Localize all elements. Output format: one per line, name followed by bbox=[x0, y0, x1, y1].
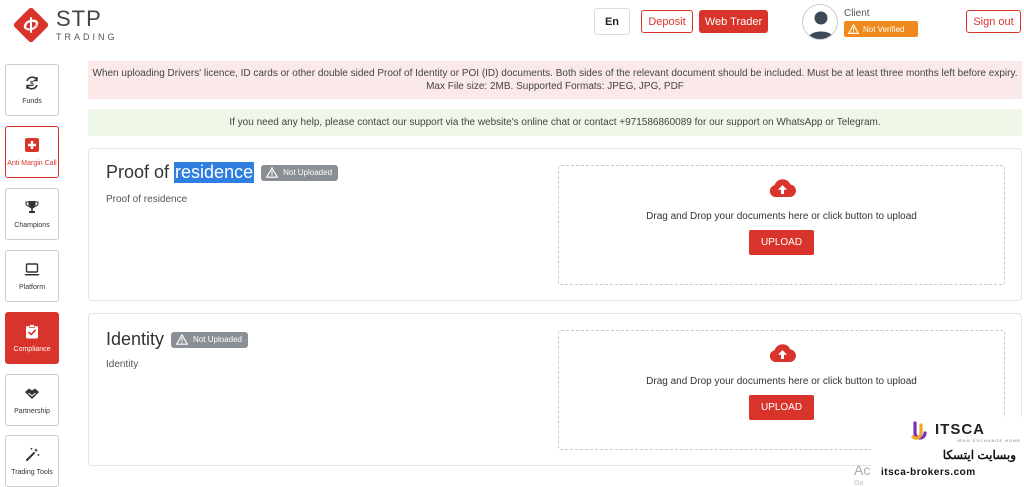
sidebar-item-label: Anti Margin Call bbox=[7, 160, 57, 167]
sidebar-item-label: Compliance bbox=[13, 346, 51, 353]
app-root: STP TRADING En Deposit Web Trader Client… bbox=[0, 0, 1024, 487]
status-badge-text: Not Uploaded bbox=[193, 335, 242, 344]
sidebar-item-label: Funds bbox=[22, 98, 42, 105]
sidebar-item-platform[interactable]: Platform bbox=[5, 250, 59, 302]
sidebar-item-compliance[interactable]: Compliance bbox=[5, 312, 59, 364]
watermark-logo-icon bbox=[911, 421, 927, 440]
watermark-url: itsca-brokers.com bbox=[881, 467, 976, 478]
drop-zone-text: Drag and Drop your documents here or cli… bbox=[646, 376, 917, 387]
cloud-upload-icon bbox=[768, 342, 797, 368]
card-subtitle: Proof of residence bbox=[106, 194, 188, 205]
avatar[interactable] bbox=[802, 4, 838, 40]
svg-text:$: $ bbox=[30, 81, 34, 88]
upload-button[interactable]: UPLOAD bbox=[749, 395, 814, 420]
magic-wand-icon bbox=[25, 446, 40, 462]
watermark-sub: IRAN EXCHANGE HOME bbox=[957, 437, 1022, 443]
sidebar-item-anti-margin-call[interactable]: Anti Margin Call bbox=[5, 126, 59, 178]
verify-status-badge[interactable]: Not Verified bbox=[844, 21, 918, 37]
card-title: Proof of residence Not Uploaded bbox=[106, 162, 339, 183]
card-subtitle: Identity bbox=[106, 359, 139, 370]
activation-hint: Ac bbox=[854, 462, 871, 478]
logo-name: STP bbox=[56, 6, 102, 31]
card-title-prefix: Proof of bbox=[106, 162, 175, 182]
proof-of-residence-card: Proof of residence Not Uploaded Proof of… bbox=[88, 148, 1022, 301]
trophy-icon bbox=[25, 199, 39, 215]
brand-logo[interactable]: STP TRADING bbox=[12, 6, 118, 44]
activation-hint-sub: Go bbox=[854, 480, 864, 487]
sidebar-item-trading-tools[interactable]: Trading Tools bbox=[5, 435, 59, 487]
watermark-brand: ITSCA bbox=[935, 420, 985, 438]
client-label: Client bbox=[844, 8, 870, 19]
help-notice: If you need any help, please contact our… bbox=[88, 109, 1022, 136]
watermark: ITSCA IRAN EXCHANGE HOME وبسایت ایتسکا i… bbox=[871, 417, 1024, 487]
funds-icon: $ bbox=[24, 75, 40, 91]
status-badge-text: Not Uploaded bbox=[283, 168, 333, 177]
logo-sub: TRADING bbox=[56, 32, 118, 42]
sidebar-item-partnership[interactable]: Partnership bbox=[5, 374, 59, 426]
upload-rules-notice: When uploading Drivers' licence, ID card… bbox=[88, 61, 1022, 99]
warning-icon bbox=[848, 24, 859, 34]
verify-status-text: Not Verified bbox=[863, 24, 905, 34]
sidebar-item-label: Trading Tools bbox=[11, 469, 53, 476]
sidebar-item-funds[interactable]: $ Funds bbox=[5, 64, 59, 116]
sidebar-item-label: Partnership bbox=[14, 408, 50, 415]
handshake-icon bbox=[24, 385, 40, 401]
warning-icon bbox=[266, 167, 279, 178]
sidebar-item-champions[interactable]: Champions bbox=[5, 188, 59, 240]
laptop-icon bbox=[24, 261, 40, 277]
drop-zone-text: Drag and Drop your documents here or cli… bbox=[646, 211, 917, 222]
sidebar-item-label: Platform bbox=[18, 284, 46, 291]
document-drop-zone[interactable]: Drag and Drop your documents here or cli… bbox=[558, 165, 1005, 285]
card-title-highlight: residence bbox=[174, 162, 255, 183]
sign-out-button[interactable]: Sign out bbox=[966, 10, 1021, 33]
watermark-persian-text: وبسایت ایتسکا bbox=[942, 448, 1016, 462]
user-avatar-icon bbox=[808, 11, 834, 39]
language-button[interactable]: En bbox=[594, 8, 630, 35]
deposit-button[interactable]: Deposit bbox=[641, 10, 693, 33]
status-badge: Not Uploaded bbox=[171, 331, 248, 348]
logo-mark-icon bbox=[12, 6, 50, 44]
watermark-logo: ITSCA IRAN EXCHANGE HOME bbox=[911, 421, 1021, 443]
card-title: Identity Not Uploaded bbox=[106, 329, 248, 350]
status-badge: Not Uploaded bbox=[261, 164, 339, 181]
clipboard-check-icon bbox=[25, 323, 39, 339]
upload-button[interactable]: UPLOAD bbox=[749, 230, 814, 255]
card-title-text: Identity bbox=[106, 329, 165, 349]
cloud-upload-icon bbox=[768, 177, 797, 203]
warning-icon bbox=[176, 334, 189, 345]
medical-cross-icon bbox=[25, 137, 39, 153]
web-trader-button[interactable]: Web Trader bbox=[699, 10, 768, 33]
sidebar-item-label: Champions bbox=[14, 222, 50, 229]
